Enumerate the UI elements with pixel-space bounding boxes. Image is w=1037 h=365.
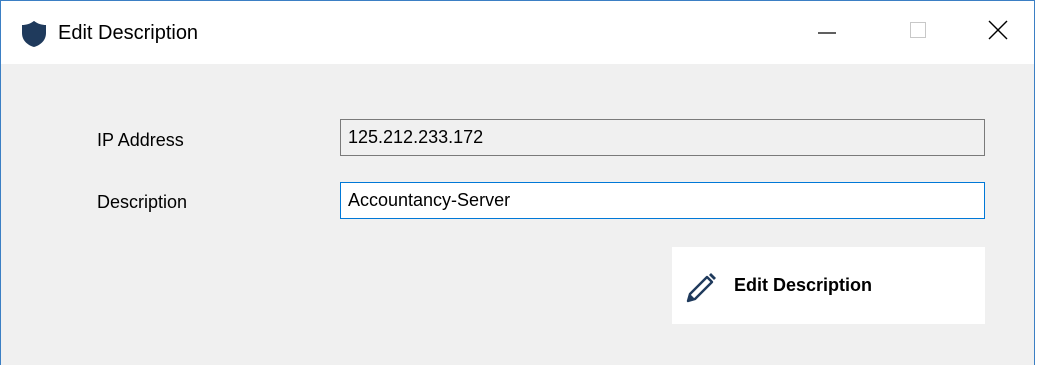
description-field[interactable] [340,182,985,219]
title-bar[interactable]: Edit Description [1,1,1034,64]
pencil-icon [684,271,718,305]
edit-description-label: Edit Description [734,275,873,295]
close-icon [987,19,1009,46]
ip-address-label: IP Address [97,130,184,150]
minimize-icon [817,20,837,45]
edit-description-button[interactable]: Edit Description [672,247,985,324]
description-label: Description [97,192,188,212]
edit-description-window: Edit Description IP Address Description [0,0,1035,365]
window-title: Edit Description [58,22,199,44]
close-button[interactable] [968,1,1028,64]
maximize-icon [908,20,928,45]
ip-address-field[interactable] [340,119,985,156]
minimize-button[interactable] [797,1,857,64]
shield-icon [21,20,47,48]
maximize-button[interactable] [888,1,948,64]
